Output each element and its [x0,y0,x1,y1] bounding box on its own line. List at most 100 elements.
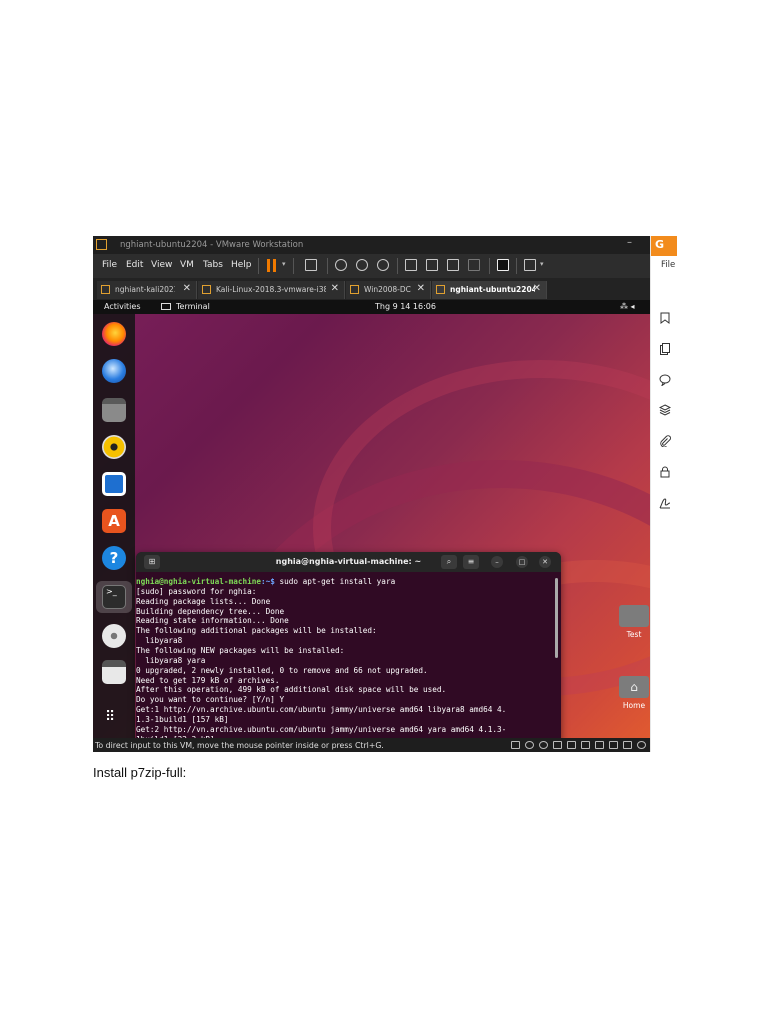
cd-rom-icon[interactable] [539,741,548,749]
snapshot-manager-icon[interactable] [377,259,389,271]
floppy-status-icon[interactable] [553,741,562,749]
toolbar-separator [327,258,328,274]
software-center-icon[interactable]: A [102,509,126,533]
menu-file[interactable]: File [102,260,117,270]
desktop-icon-label: Test [626,630,642,639]
terminal-output[interactable]: nghia@nghia-virtual-machine:~$ sudo apt-… [136,573,554,738]
reader-logo[interactable]: G [651,236,677,256]
send-keys-icon[interactable] [305,259,317,271]
terminal-icon[interactable]: >_ [102,585,126,609]
ubuntu-desktop[interactable]: Activities Terminal Thg 9 14 16:06 ⁂ ◂ A… [93,300,650,738]
desktop-icon-home[interactable]: ⌂ Home [614,676,650,710]
firefox-icon[interactable] [102,322,126,346]
clock[interactable]: Thg 9 14 16:06 [375,302,436,311]
menu-vm[interactable]: VM [180,260,194,270]
desktop-icon-label: Home [622,701,646,710]
vmware-status-bar: To direct input to this VM, move the mou… [93,738,650,752]
toolbar-separator [293,258,294,274]
menu-help[interactable]: Help [231,260,252,270]
message-icon[interactable] [637,741,646,749]
layers-icon[interactable] [659,404,671,416]
terminal-output-line: Get:1 http://vn.archive.ubuntu.com/ubunt… [136,705,507,715]
usb-icon[interactable] [581,741,590,749]
show-apps-grid-icon[interactable]: ⠿ [105,709,115,725]
terminal-output-line: The following additional packages will b… [136,626,377,636]
vmware-titlebar: nghiant-ubuntu2204 - VMware Workstation … [93,236,650,254]
rhythmbox-icon[interactable] [102,435,126,459]
attachment-icon[interactable] [659,435,671,447]
comment-icon[interactable] [659,374,671,386]
console-view-icon[interactable] [497,259,509,271]
reader-logo-text: G [655,238,665,251]
close-icon[interactable]: ✕ [417,283,425,294]
cd-rom-icon[interactable] [525,741,534,749]
signature-icon[interactable] [659,497,671,509]
close-icon[interactable]: ✕ [331,283,339,294]
minimize-icon[interactable]: – [491,556,503,568]
activities-button[interactable]: Activities [104,302,141,311]
network-icon[interactable]: ⁂ ◂ [620,302,635,311]
vm-tab-kali2021[interactable]: nghiant-kali2021 ✕ [97,281,197,299]
chevron-down-icon[interactable]: ▾ [540,260,544,268]
terminal-window[interactable]: ⊞ nghia@nghia-virtual-machine: ~ ⌕ ≡ – □… [136,552,561,738]
vm-tab-kali2018[interactable]: Kali-Linux-2018.3-vmware-i386 ✕ [198,281,345,299]
fullscreen-icon[interactable] [447,259,459,271]
toolbar-separator [397,258,398,274]
vmware-tab-bar: nghiant-kali2021 ✕ Kali-Linux-2018.3-vmw… [93,278,650,300]
terminal-output-line: 0 upgraded, 2 newly installed, 0 to remo… [136,665,428,675]
printer-icon[interactable] [609,741,618,749]
terminal-output-line: Reading package lists... Done [136,596,271,606]
menu-tabs[interactable]: Tabs [203,260,223,270]
pause-icon[interactable] [267,259,277,272]
terminal-prompt-line: nghia@nghia-virtual-machine:~$ sudo apt-… [136,577,395,587]
close-icon[interactable]: ✕ [533,283,541,294]
desktop-icon-test[interactable]: Test [614,605,650,639]
active-app-label[interactable]: Terminal [176,302,210,311]
lock-icon[interactable] [659,466,671,478]
terminal-output-line: Reading state information... Done [136,616,289,626]
unity-icon[interactable] [468,259,480,271]
maximize-icon[interactable]: □ [516,556,528,568]
thunderbird-icon[interactable] [102,359,126,383]
pages-icon[interactable] [659,343,671,355]
vm-icon [350,285,359,294]
file-menu[interactable]: File [661,260,675,270]
snapshot-icon[interactable] [335,259,347,271]
vm-tab-ubuntu2204[interactable]: nghiant-ubuntu2204 ✕ [432,281,547,299]
floppy-icon[interactable] [102,660,126,684]
help-icon[interactable]: ? [102,546,126,570]
files-icon[interactable] [102,398,126,422]
bookmark-icon[interactable] [659,312,671,324]
close-icon[interactable]: ✕ [539,556,551,568]
hamburger-menu-icon[interactable]: ≡ [463,555,479,569]
terminal-header-bar: ⊞ nghia@nghia-virtual-machine: ~ ⌕ ≡ – □… [136,552,561,572]
vm-icon [202,285,211,294]
vmware-menubar: File Edit View VM Tabs Help ▾ ▾ [93,254,650,278]
search-icon[interactable]: ⌕ [441,555,457,569]
terminal-output-line: Do you want to continue? [Y/n] Y [136,695,285,705]
close-icon[interactable]: ✕ [183,283,191,294]
menu-edit[interactable]: Edit [126,260,143,270]
terminal-output-line: Building dependency tree... Done [136,606,285,616]
chevron-down-icon[interactable]: ▾ [282,260,286,268]
cd-drive-icon[interactable] [102,624,126,648]
terminal-output-line: libyara8 yara [136,655,206,665]
reader-side-panel: G File [650,236,677,752]
hard-disk-icon[interactable] [511,741,520,749]
terminal-output-line: Need to get 179 kB of archives. [136,675,280,685]
minimize-button[interactable]: – [627,237,632,248]
sound-icon[interactable] [595,741,604,749]
status-message: To direct input to this VM, move the mou… [95,741,384,750]
menu-view[interactable]: View [151,260,172,270]
vm-tab-win2008[interactable]: Win2008-DC ✕ [346,281,431,299]
library-icon[interactable] [405,259,417,271]
network-adapter-icon[interactable] [567,741,576,749]
thumbnail-icon[interactable] [426,259,438,271]
stretch-icon[interactable] [524,259,536,271]
libreoffice-writer-icon[interactable] [102,472,126,496]
document-caption: Install p7zip-full: [93,765,187,780]
revert-snapshot-icon[interactable] [356,259,368,271]
terminal-scrollbar[interactable] [555,578,558,658]
terminal-output-line: After this operation, 499 kB of addition… [136,685,447,695]
display-icon[interactable] [623,741,632,749]
